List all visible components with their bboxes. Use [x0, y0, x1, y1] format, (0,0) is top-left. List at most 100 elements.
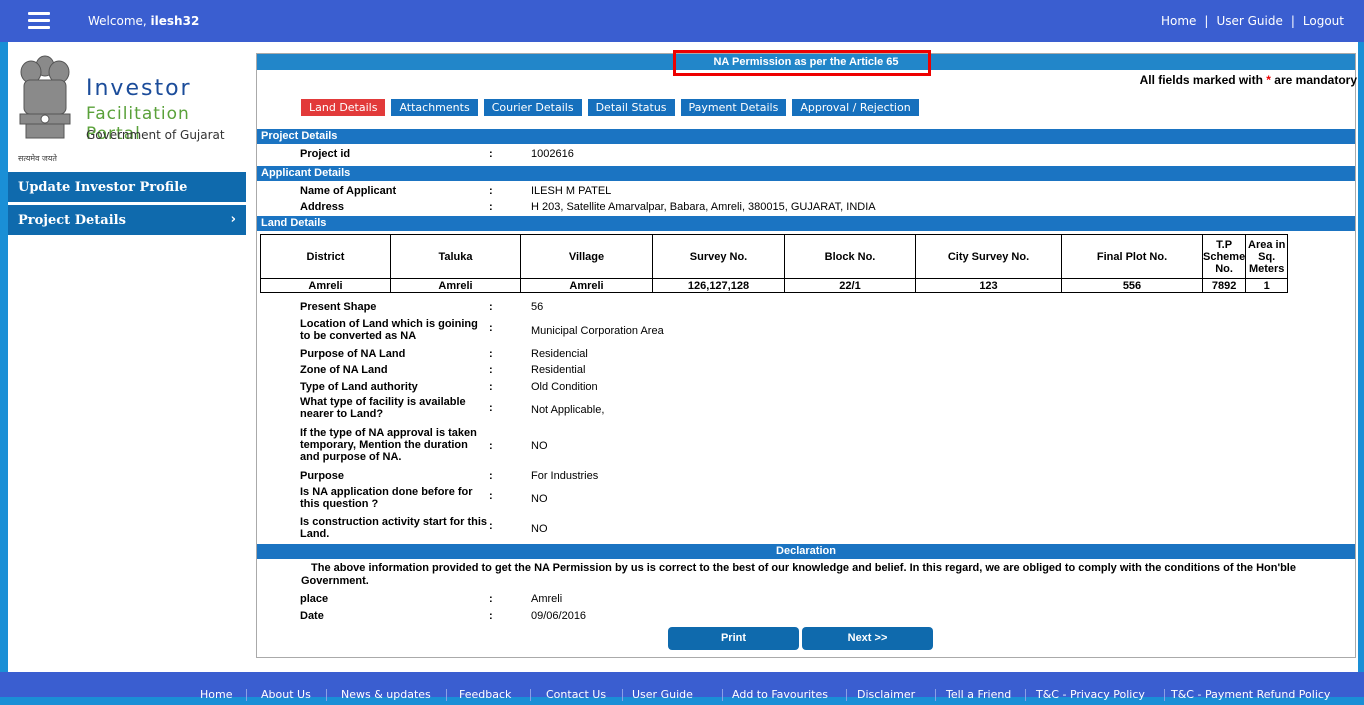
- sidebar-item-label: Update Investor Profile: [18, 180, 188, 195]
- footer-link-refund-policy[interactable]: T&C - Payment Refund Policy: [1171, 672, 1330, 705]
- welcome-prefix: Welcome,: [88, 14, 147, 28]
- table-cell: Amreli: [390, 278, 521, 293]
- national-emblem-icon: [19, 55, 71, 139]
- colon: :: [489, 148, 493, 160]
- footer-link-about-us[interactable]: About Us: [261, 672, 311, 705]
- tab-bar: Land Details Attachments Courier Details…: [301, 99, 919, 116]
- portal-logo[interactable]: Investor Facilitation Portal Government …: [14, 52, 244, 163]
- mandatory-suffix: are mandatory: [1274, 73, 1357, 87]
- sidebar-item-update-profile[interactable]: Update Investor Profile: [8, 172, 246, 202]
- date-label: Date: [300, 610, 324, 622]
- footer-link-favourites[interactable]: Add to Favourites: [732, 672, 828, 705]
- table-cell: Amreli: [520, 278, 653, 293]
- required-star: *: [1266, 73, 1271, 87]
- column-header: District: [260, 234, 391, 279]
- colon: :: [489, 610, 493, 622]
- table-cell: 123: [915, 278, 1062, 293]
- mandatory-prefix: All fields marked with: [1139, 73, 1263, 87]
- colon: :: [489, 301, 493, 313]
- username: ilesh32: [150, 14, 200, 28]
- colon: :: [489, 402, 493, 414]
- column-header: Survey No.: [652, 234, 785, 279]
- field-value: Old Condition: [531, 381, 598, 393]
- footer-link-tell-a-friend[interactable]: Tell a Friend: [946, 672, 1011, 705]
- footer-nav: Home About Us News & updates Feedback Co…: [0, 672, 1364, 701]
- welcome-text: Welcome, ilesh32: [88, 14, 199, 28]
- field-label: Is NA application done before for this q…: [300, 486, 473, 510]
- table-row: Amreli Amreli Amreli 126,127,128 22/1 12…: [260, 278, 1289, 293]
- colon: :: [489, 348, 493, 360]
- main-panel: NA Permission as per the Article 65 All …: [256, 50, 1357, 658]
- footer-link-news[interactable]: News & updates: [341, 672, 431, 705]
- field-label: Is construction activity start for this …: [300, 516, 488, 540]
- footer-link-home[interactable]: Home: [200, 672, 232, 705]
- chevron-right-icon: ›: [230, 212, 236, 227]
- address-label: Address: [300, 201, 345, 213]
- table-cell: 126,127,128: [652, 278, 785, 293]
- tab-detail-status[interactable]: Detail Status: [587, 99, 675, 116]
- field-label: If the type of NA approval is taken temp…: [300, 427, 477, 463]
- date-value: 09/06/2016: [531, 610, 587, 622]
- field-value: Municipal Corporation Area: [531, 325, 664, 337]
- tab-attachments[interactable]: Attachments: [391, 99, 478, 116]
- column-header: T.P Scheme No.: [1201, 234, 1247, 279]
- tab-approval-rejection[interactable]: Approval / Rejection: [792, 99, 919, 116]
- footer-link-disclaimer[interactable]: Disclaimer: [857, 672, 915, 705]
- field-value: Residential: [531, 364, 586, 376]
- mandatory-note: All fields marked with * are mandatory: [1140, 73, 1357, 87]
- colon: :: [489, 201, 493, 213]
- field-label: What type of facility is available neare…: [300, 396, 466, 420]
- field-label: Zone of NA Land: [300, 364, 388, 376]
- section-project-details: Project Details: [257, 129, 1355, 144]
- logout-link[interactable]: Logout: [1303, 14, 1344, 28]
- tab-courier-details[interactable]: Courier Details: [483, 99, 582, 116]
- footer-link-privacy-policy[interactable]: T&C - Privacy Policy: [1036, 672, 1145, 705]
- project-id-label: Project id: [300, 148, 351, 160]
- user-guide-link[interactable]: User Guide: [1216, 14, 1282, 28]
- colon: :: [489, 440, 493, 452]
- highlight-box: [673, 50, 931, 76]
- field-value: Not Applicable,: [531, 404, 605, 416]
- column-header: Final Plot No.: [1061, 234, 1203, 279]
- place-label: place: [300, 593, 329, 605]
- table-header-row: District Taluka Village Survey No. Block…: [260, 234, 1289, 279]
- hamburger-menu-icon[interactable]: [28, 12, 50, 29]
- column-header: Taluka: [390, 234, 521, 279]
- declaration-text: The above information provided to get th…: [301, 562, 1296, 587]
- table-cell: 556: [1061, 278, 1203, 293]
- field-label: Purpose: [300, 470, 345, 482]
- table-cell: 22/1: [784, 278, 916, 293]
- footer-link-user-guide[interactable]: User Guide: [632, 672, 693, 705]
- next-button[interactable]: Next >>: [802, 627, 933, 650]
- table-cell: 1: [1245, 278, 1289, 293]
- field-label: Purpose of NA Land: [300, 348, 406, 360]
- top-header: Welcome, ilesh32 Home | User Guide | Logout: [0, 0, 1364, 42]
- field-label: Type of Land authority: [300, 381, 418, 393]
- top-links: Home | User Guide | Logout: [1160, 14, 1344, 28]
- field-value: 56: [531, 301, 544, 313]
- colon: :: [489, 185, 493, 197]
- footer-link-contact-us[interactable]: Contact Us: [546, 672, 606, 705]
- place-value: Amreli: [531, 593, 563, 605]
- table-cell: 7892: [1201, 278, 1247, 293]
- column-header: Block No.: [784, 234, 916, 279]
- sidebar-item-label: Project Details: [18, 213, 126, 228]
- logo-motto: सत्यमेव जयते: [18, 154, 57, 163]
- field-value: NO: [531, 440, 548, 452]
- address-value: H 203, Satellite Amarvalpar, Babara, Amr…: [531, 201, 876, 213]
- logo-title: Investor: [86, 76, 192, 101]
- logo-government: Government of Gujarat: [86, 128, 225, 142]
- print-button[interactable]: Print: [668, 627, 799, 650]
- field-label: Present Shape: [300, 301, 377, 313]
- tab-land-details[interactable]: Land Details: [301, 99, 386, 116]
- field-value: For Industries: [531, 470, 599, 482]
- column-header: Village: [520, 234, 653, 279]
- footer-link-feedback[interactable]: Feedback: [459, 672, 511, 705]
- applicant-name-label: Name of Applicant: [300, 185, 397, 197]
- colon: :: [489, 322, 493, 334]
- home-link[interactable]: Home: [1161, 14, 1196, 28]
- sidebar-item-project-details[interactable]: Project Details ›: [8, 205, 246, 235]
- section-declaration: Declaration: [257, 544, 1355, 559]
- applicant-name-value: ILESH M PATEL: [531, 185, 612, 197]
- tab-payment-details[interactable]: Payment Details: [680, 99, 787, 116]
